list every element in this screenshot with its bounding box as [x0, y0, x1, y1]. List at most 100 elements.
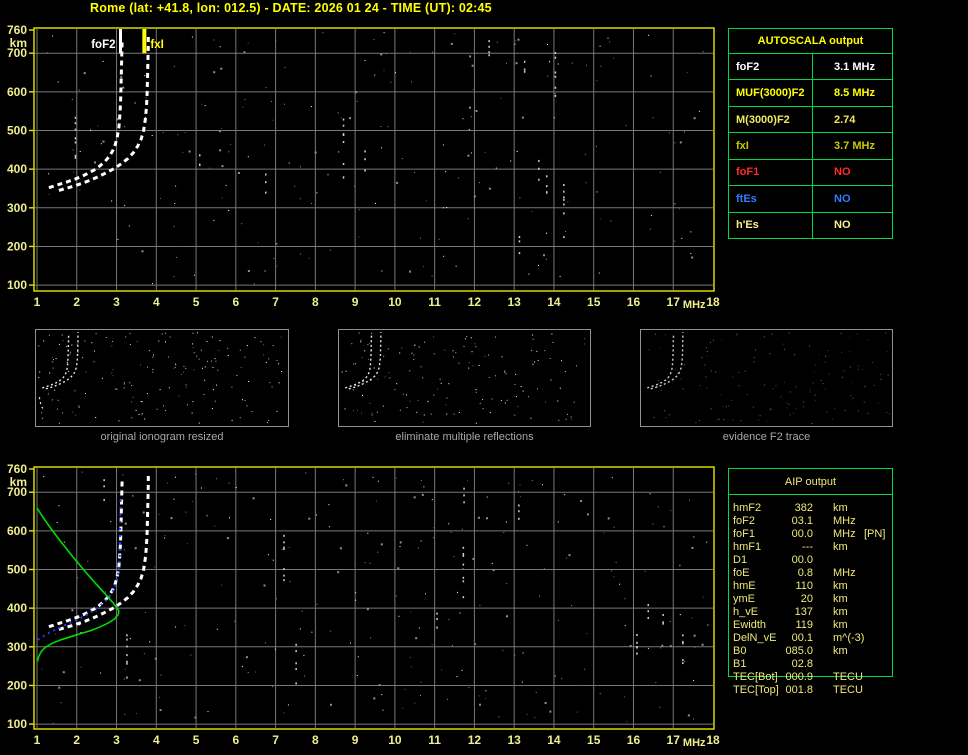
- svg-text:760: 760: [7, 23, 27, 37]
- autoscala-row-label: foF2: [729, 54, 813, 80]
- aip-row: h_vE 137 km: [733, 606, 903, 619]
- svg-text:12: 12: [468, 295, 482, 309]
- autoscala-app-screen: Rome (lat: +41.8, lon: 012.5) - DATE: 20…: [0, 0, 968, 755]
- panel-o-mode-trace: [42, 335, 70, 389]
- svg-text:km: km: [10, 36, 27, 50]
- grid-lines: [35, 29, 713, 290]
- svg-text:7: 7: [272, 733, 279, 747]
- autoscala-row-label: fxI: [729, 133, 813, 159]
- autoscala-row: h'Es NO: [729, 212, 892, 238]
- plot-frame: [33, 27, 715, 292]
- autoscala-table-body: foF2 3.1 MHz MUF(3000)F2 8.5 MHz M(3000)F2 2.…: [729, 54, 892, 238]
- panel-caption-evidence: evidence F2 trace: [722, 431, 811, 443]
- svg-text:17: 17: [667, 295, 681, 309]
- autoscala-row-value: NO: [834, 192, 851, 205]
- svg-text:200: 200: [7, 678, 27, 692]
- aip-row: B0 085.0 km: [733, 645, 903, 658]
- aip-value: 001.8: [785, 684, 813, 696]
- aip-value: 085.0: [785, 645, 813, 657]
- svg-text:600: 600: [7, 85, 27, 99]
- aip-unit: km: [833, 606, 848, 618]
- aip-row: TEC[Top] 001.8 TECU: [733, 684, 903, 697]
- aip-row: Ewidth 119 km: [733, 619, 903, 632]
- svg-text:200: 200: [7, 239, 27, 253]
- svg-text:1: 1: [34, 295, 41, 309]
- aip-unit: MHz: [833, 528, 856, 540]
- x-mode-trace: [58, 472, 150, 631]
- panel-frame: [35, 329, 289, 427]
- svg-text:9: 9: [352, 295, 359, 309]
- svg-text:17: 17: [667, 733, 681, 747]
- panel-original-ionogram: [35, 329, 289, 427]
- autoscala-row: M(3000)F2 2.74: [729, 106, 892, 134]
- autoscala-row-value: 8.5 MHz: [834, 87, 875, 100]
- aip-value: 0.8: [797, 567, 813, 579]
- svg-text:4: 4: [153, 733, 160, 747]
- svg-text:3: 3: [113, 295, 120, 309]
- svg-text:5: 5: [193, 733, 200, 747]
- autoscala-row-label: foF1: [729, 159, 813, 186]
- aip-label: DelN_vE: [733, 632, 777, 644]
- svg-text:600: 600: [7, 524, 27, 538]
- aip-row: foF2 03.1 MHz: [733, 515, 903, 528]
- svg-text:13: 13: [508, 733, 522, 747]
- aip-extra: [PN]: [864, 528, 886, 540]
- aip-value: 137: [794, 606, 813, 618]
- autoscala-row-value: NO: [834, 219, 851, 232]
- svg-text:15: 15: [587, 295, 601, 309]
- svg-text:5: 5: [193, 295, 200, 309]
- panel-noise: [648, 332, 890, 424]
- aip-label: h_vE: [733, 606, 759, 618]
- aip-value: 20: [800, 593, 813, 605]
- aip-label: foE: [733, 567, 750, 579]
- aip-unit: km: [833, 541, 848, 553]
- panel-eliminate-reflections: [338, 329, 591, 427]
- svg-text:500: 500: [7, 562, 27, 576]
- aip-value: 00.1: [791, 632, 813, 644]
- aip-value: 382: [794, 502, 813, 514]
- panel-noise: [341, 332, 586, 424]
- svg-text:100: 100: [7, 278, 27, 292]
- svg-text:11: 11: [428, 295, 441, 309]
- aip-unit: km: [833, 645, 848, 657]
- svg-text:16: 16: [627, 733, 641, 747]
- aip-value: 119: [795, 619, 813, 631]
- autoscala-row: fxI 3.7 MHz: [729, 133, 892, 160]
- svg-text:2: 2: [73, 733, 80, 747]
- aip-label: B1: [733, 658, 747, 670]
- aip-value: 03.1: [791, 515, 813, 527]
- panel-caption-eliminate: eliminate multiple reflections: [395, 431, 534, 443]
- svg-text:2: 2: [73, 295, 80, 309]
- aip-label: TEC[Top]: [733, 684, 779, 696]
- panel-x-mode-trace: [348, 332, 382, 390]
- autoscala-row-label: ftEs: [729, 186, 813, 212]
- svg-text:6: 6: [232, 295, 239, 309]
- aip-row: B1 02.8: [733, 658, 903, 671]
- svg-text:4: 4: [153, 295, 160, 309]
- svg-text:7: 7: [272, 295, 279, 309]
- aip-value: 02.8: [791, 658, 813, 670]
- autoscala-row-label: M(3000)F2: [729, 106, 813, 133]
- autoscala-row-value: NO: [834, 166, 851, 179]
- aip-value: 000.9: [785, 671, 813, 683]
- aip-row: foF1 00.0 MHz [PN]: [733, 528, 903, 541]
- autoscala-row-label: h'Es: [729, 212, 813, 238]
- svg-text:MHz: MHz: [683, 737, 706, 749]
- svg-text:16: 16: [627, 295, 641, 309]
- aip-label: foF2: [733, 515, 756, 527]
- autoscala-row-value: 3.1 MHz: [834, 60, 875, 73]
- aip-label: Ewidth: [733, 619, 767, 631]
- panel-frame: [338, 329, 591, 427]
- aip-unit: TECU: [833, 684, 863, 696]
- axis-labels: 760700600500400300200100km1 2 3 4 5 6 7 8 9 10 11 1…: [7, 23, 720, 311]
- svg-text:9: 9: [352, 733, 359, 747]
- aip-unit: m^(-3): [833, 632, 865, 644]
- axis-labels: 760700600500400300200100km1 2 3 4 5 6 7 8 9 10 11 1…: [7, 462, 720, 749]
- svg-text:100: 100: [7, 717, 27, 731]
- aip-label: ymE: [733, 593, 755, 605]
- autoscala-row-label: MUF(3000)F2: [729, 80, 813, 106]
- svg-text:11: 11: [428, 733, 441, 747]
- autoscala-row: foF1 NO: [729, 159, 892, 187]
- aip-row: D1 00.0: [733, 554, 903, 567]
- svg-text:18: 18: [706, 733, 720, 747]
